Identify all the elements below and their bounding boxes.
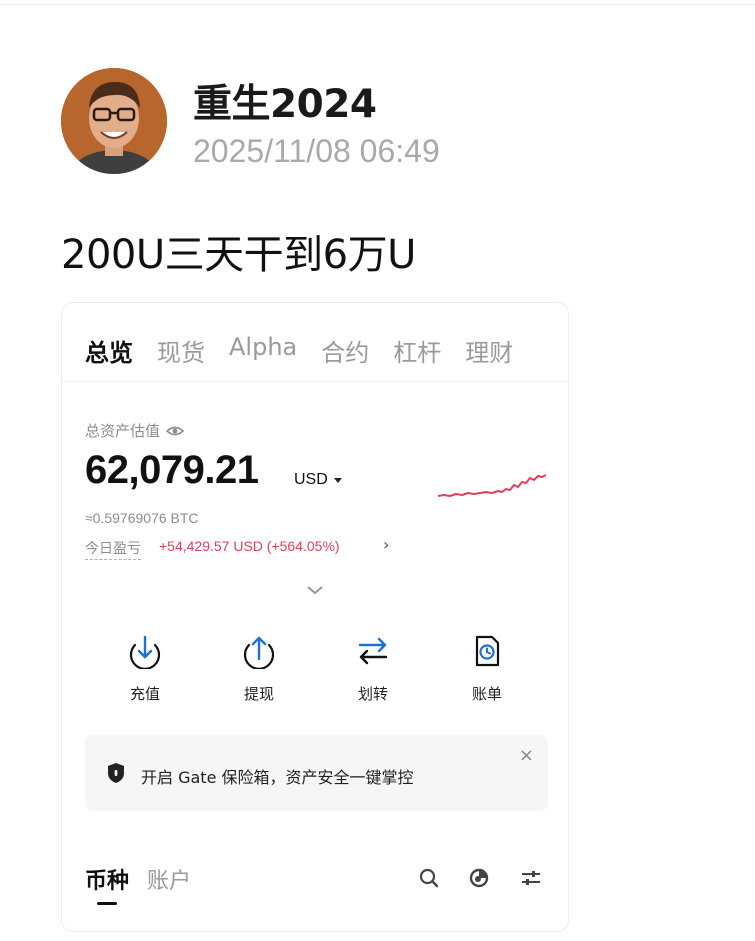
- active-tab-indicator: [97, 902, 117, 905]
- pie-chart-icon[interactable]: [468, 867, 490, 889]
- currency-label: USD: [294, 471, 328, 488]
- eye-icon[interactable]: [166, 425, 185, 437]
- avatar-portrait-icon: [61, 68, 167, 174]
- shield-icon: [108, 763, 124, 783]
- vault-notice-text: 开启 Gate 保险箱，资产安全一键掌控: [141, 768, 414, 787]
- tab-accounts[interactable]: 账户: [147, 863, 191, 895]
- transfer-label: 划转: [357, 685, 388, 703]
- tab-futures[interactable]: 合约: [321, 333, 369, 368]
- deposit-label: 充值: [129, 685, 160, 703]
- balance-sparkline: [438, 474, 546, 497]
- withdraw-button[interactable]: 提现: [219, 633, 299, 704]
- tab-alpha[interactable]: Alpha: [229, 333, 297, 368]
- bill-label: 账单: [471, 685, 502, 703]
- close-icon[interactable]: ×: [519, 747, 534, 765]
- post-text: 200U三天干到6万U: [61, 232, 416, 278]
- transfer-arrows-icon: [358, 637, 388, 665]
- top-divider: [0, 4, 755, 5]
- author-name[interactable]: 重生2024: [193, 73, 377, 129]
- chevron-right-icon[interactable]: ›: [383, 535, 389, 554]
- pnl-label[interactable]: 今日盈亏: [85, 538, 141, 560]
- avatar[interactable]: [61, 68, 167, 174]
- tab-divider: [62, 381, 568, 382]
- post-timestamp: 2025/11/08 06:49: [193, 133, 440, 169]
- chevron-down-icon[interactable]: [306, 584, 324, 596]
- bill-button[interactable]: 账单: [447, 633, 527, 704]
- holdings-tabs: 币种 账户: [85, 863, 191, 895]
- filter-sliders-icon[interactable]: [520, 867, 542, 889]
- currency-selector[interactable]: USD: [294, 471, 342, 489]
- btc-equivalent: ≈0.59769076 BTC: [85, 510, 199, 526]
- withdraw-arrow-up-icon: [243, 636, 275, 670]
- screenshot-card[interactable]: 总览 现货 Alpha 合约 杠杆 理财 总资产估值 62,079.21 USD…: [61, 302, 569, 932]
- total-balance: 62,079.21: [85, 448, 259, 492]
- asset-label: 总资产估值: [85, 420, 185, 441]
- tab-earn[interactable]: 理财: [465, 333, 513, 368]
- withdraw-label: 提现: [243, 685, 274, 703]
- pnl-value[interactable]: +54,429.57 USD (+564.05%): [159, 538, 340, 554]
- tab-margin[interactable]: 杠杆: [393, 333, 441, 368]
- bill-clock-icon: [475, 635, 500, 667]
- holdings-toolbar: [418, 867, 548, 889]
- tab-spot[interactable]: 现货: [157, 333, 205, 368]
- deposit-button[interactable]: 充值: [105, 633, 185, 704]
- vault-notice-banner[interactable]: 开启 Gate 保险箱，资产安全一键掌控 ×: [85, 735, 548, 811]
- caret-down-icon: [333, 477, 342, 483]
- tab-coins[interactable]: 币种: [85, 863, 129, 895]
- tab-overview[interactable]: 总览: [85, 333, 133, 368]
- asset-tabs: 总览 现货 Alpha 合约 杠杆 理财: [85, 333, 537, 368]
- asset-label-text: 总资产估值: [85, 422, 161, 440]
- deposit-arrow-down-icon: [129, 635, 161, 670]
- quick-actions: 充值 提现 划转 账单: [62, 633, 568, 704]
- transfer-button[interactable]: 划转: [333, 633, 413, 704]
- search-icon[interactable]: [418, 867, 440, 889]
